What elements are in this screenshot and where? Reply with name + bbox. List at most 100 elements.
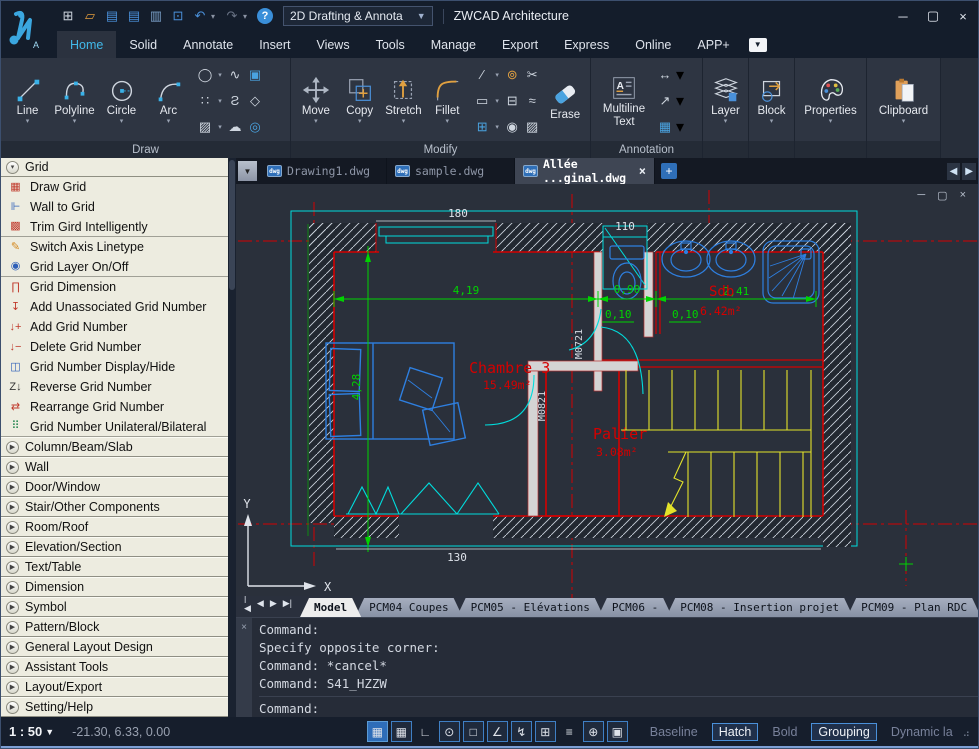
bold-toggle[interactable]: Bold	[766, 724, 803, 740]
scale-caret-icon[interactable]: ▾	[495, 97, 499, 105]
sidebar-item-wall-to-grid[interactable]: ⊩ Wall to Grid	[1, 197, 228, 217]
doc-tab-list-icon[interactable]: ▼	[238, 161, 257, 181]
maximize-button[interactable]: ▢	[918, 5, 948, 27]
layout-tab-pcm09-rdc[interactable]: PCM09 - Plan RDC	[847, 598, 978, 617]
line-button[interactable]: Line ▾	[5, 75, 50, 126]
lineweight-toggle-icon[interactable]: ≡	[559, 721, 580, 742]
panel-title-modify[interactable]: Modify	[291, 141, 590, 158]
ortho-toggle-icon[interactable]: ∟	[415, 721, 436, 742]
join-tool-icon[interactable]: ◉	[507, 119, 518, 135]
tab-scroll-left-icon[interactable]: ◀	[946, 162, 961, 180]
layout-prev-icon[interactable]: ◀	[257, 598, 264, 609]
offset-tool-icon[interactable]: ⊚	[507, 67, 518, 83]
sidebar-item-grid-number-display-hide[interactable]: ◫ Grid Number Display/Hide	[1, 357, 228, 377]
sidebar-section-symbol[interactable]: ▶ Symbol	[1, 597, 228, 617]
layout-tab-pcm08[interactable]: PCM08 - Insertion projet	[666, 598, 853, 617]
polyline-button[interactable]: Polyline ▾	[52, 75, 97, 126]
array-tool-icon[interactable]: ⊞	[477, 119, 488, 135]
layout-tab-pcm05[interactable]: PCM05 - Elévations	[457, 598, 604, 617]
workspace-selector[interactable]: 2D Drafting & Annota ▼	[283, 6, 433, 26]
rotate-tool-icon[interactable]: ✂	[527, 67, 538, 83]
osnap-toggle-icon[interactable]: □	[462, 721, 484, 742]
sidebar-scrollbar[interactable]	[228, 158, 236, 717]
minimize-button[interactable]: ─	[888, 5, 918, 27]
panel-title-draw[interactable]: Draw	[1, 141, 290, 158]
scale-tool-icon[interactable]: ▭	[476, 93, 488, 109]
sidebar-item-grid-number-unilateral[interactable]: ⠿ Grid Number Unilateral/Bilateral	[1, 417, 228, 437]
dynamic-toggle[interactable]: Dynamic la	[885, 724, 959, 740]
wipeout-tool-icon[interactable]: ◇	[250, 93, 260, 109]
print-icon[interactable]: ▥	[145, 6, 167, 26]
sidebar-section-grid[interactable]: ▾ Grid	[1, 158, 228, 177]
tab-manage[interactable]: Manage	[418, 31, 489, 58]
mdi-minimize-icon[interactable]: ─	[917, 189, 925, 202]
layout-last-icon[interactable]: ▶|	[283, 598, 292, 609]
doc-tab-sample[interactable]: dwg sample.dwg	[387, 158, 515, 184]
sidebar-item-draw-grid[interactable]: ▦ Draw Grid	[1, 177, 228, 197]
block-button[interactable]: Block ▾	[753, 75, 790, 126]
revision-cloud-tool-icon[interactable]: ☁	[229, 119, 242, 135]
erase-button[interactable]: Erase	[544, 79, 586, 122]
sidebar-item-trim-grid[interactable]: ▩ Trim Gird Intelligently	[1, 217, 228, 237]
redo-icon[interactable]: ↷	[221, 6, 243, 26]
sidebar-section-elevation-section[interactable]: ▶ Elevation/Section	[1, 537, 228, 557]
table-tool-icon[interactable]: ▦	[659, 119, 671, 135]
polyline-edit-tool-icon[interactable]: Ƨ	[231, 93, 240, 108]
grid-toggle-icon[interactable]: ▦	[390, 721, 412, 742]
sidebar-section-wall[interactable]: ▶ Wall	[1, 457, 228, 477]
undo-dropdown-icon[interactable]: ▾	[211, 12, 221, 21]
help-icon[interactable]: ?	[257, 8, 273, 24]
tab-online[interactable]: Online	[622, 31, 684, 58]
sidebar-section-door-window[interactable]: ▶ Door/Window	[1, 477, 228, 497]
new-tab-icon[interactable]: +	[661, 163, 677, 179]
tab-annotate[interactable]: Annotate	[170, 31, 246, 58]
dimension-caret-icon[interactable]: ▾	[676, 65, 684, 85]
sidebar-section-setting-help[interactable]: ▶ Setting/Help	[1, 697, 228, 717]
resize-grip-icon[interactable]: ⣠	[963, 726, 970, 737]
redo-dropdown-icon[interactable]: ▾	[243, 12, 253, 21]
break-tool-icon[interactable]: ∕	[481, 67, 483, 82]
layer-button[interactable]: Layer ▾	[707, 75, 744, 126]
snap-toggle-icon[interactable]: ▦	[366, 721, 388, 742]
layout-tab-pcm04[interactable]: PCM04 Coupes	[355, 598, 462, 617]
tab-home[interactable]: Home	[57, 31, 117, 58]
tab-app-plus[interactable]: APP+	[684, 31, 742, 58]
sidebar-section-dimension[interactable]: ▶ Dimension	[1, 577, 228, 597]
fillet-button[interactable]: Fillet ▾	[426, 75, 468, 126]
dynamic-input-toggle-icon[interactable]: ⊞	[534, 721, 556, 742]
point-caret-icon[interactable]: ▾	[218, 97, 222, 105]
open-file-icon[interactable]: ▱	[79, 6, 101, 26]
baseline-toggle[interactable]: Baseline	[644, 724, 704, 740]
sidebar-section-stair-other[interactable]: ▶ Stair/Other Components	[1, 497, 228, 517]
sidebar-section-column-beam-slab[interactable]: ▶ Column/Beam/Slab	[1, 437, 228, 457]
properties-button[interactable]: Properties ▾	[799, 75, 862, 126]
explode-tool-icon[interactable]: ≈	[529, 93, 536, 108]
hatch-caret-icon[interactable]: ▾	[218, 123, 222, 131]
sidebar-item-reverse-grid-number[interactable]: Z↓ Reverse Grid Number	[1, 377, 228, 397]
donut-tool-icon[interactable]: ◎	[249, 119, 260, 135]
layout-tab-pcm06[interactable]: PCM06 -	[598, 598, 672, 617]
sidebar-section-assistant-tools[interactable]: ▶ Assistant Tools	[1, 657, 228, 677]
save-as-icon[interactable]: ▤	[123, 6, 145, 26]
sidebar-item-rearrange-grid-number[interactable]: ⇄ Rearrange Grid Number	[1, 397, 228, 417]
tab-solid[interactable]: Solid	[116, 31, 170, 58]
ribbon-collapse-icon[interactable]: ▼	[748, 37, 767, 52]
tab-express[interactable]: Express	[551, 31, 622, 58]
copy-button[interactable]: Copy ▾	[339, 75, 381, 126]
otrack-toggle-icon[interactable]: ∠	[486, 721, 508, 742]
tab-views[interactable]: Views	[303, 31, 362, 58]
annotation-visibility-icon[interactable]: ▣	[606, 721, 628, 742]
close-button[interactable]: ×	[948, 5, 978, 27]
polar-toggle-icon[interactable]: ⊙	[438, 721, 460, 742]
hatch-toggle[interactable]: Hatch	[711, 722, 759, 741]
grouping-toggle[interactable]: Grouping	[811, 722, 877, 741]
drawing-canvas[interactable]: ─ ▢ × 4,19 0,90 2,41 0,10 0,10 4,28 180 …	[236, 184, 978, 598]
dimension-tool-icon[interactable]: ↔	[659, 67, 672, 82]
array-caret-icon[interactable]: ▾	[495, 123, 499, 131]
save-icon[interactable]: ▤	[101, 6, 123, 26]
tab-scroll-right-icon[interactable]: ▶	[962, 162, 976, 180]
break-caret-icon[interactable]: ▾	[495, 71, 499, 79]
circle-button[interactable]: Circle ▾	[99, 75, 144, 126]
spline-tool-icon[interactable]: ∿	[230, 67, 241, 83]
hatch-tool-icon[interactable]: ▨	[199, 119, 211, 135]
